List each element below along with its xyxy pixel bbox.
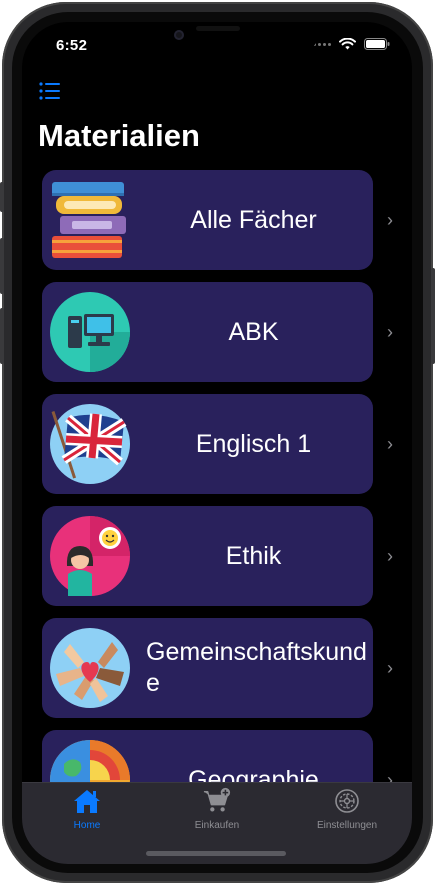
uk-flag-icon xyxy=(50,404,130,484)
tab-label: Einkaufen xyxy=(194,820,240,831)
notch xyxy=(116,22,318,54)
tab-home[interactable]: Home xyxy=(22,787,152,835)
chevron-right-icon: › xyxy=(387,434,393,454)
list-item-label: Englisch 1 xyxy=(195,429,312,458)
status-indicators xyxy=(313,38,390,50)
tab-label: Home xyxy=(73,820,101,831)
camera-icon xyxy=(174,30,184,40)
list-item-ethik[interactable]: Ethik xyxy=(42,506,373,606)
menu-list-icon[interactable] xyxy=(38,80,62,102)
computer-icon xyxy=(50,292,130,372)
list-item-abk[interactable]: ABK xyxy=(42,282,373,382)
list-item-label: Ethik xyxy=(225,541,282,570)
chevron-right-icon: › xyxy=(387,546,393,566)
app-screen: 6:52 Materialien Alle Fächer › ABK › Eng… xyxy=(22,22,412,864)
cart-icon xyxy=(203,787,231,812)
tab-label: Einstellungen xyxy=(316,820,378,831)
list-item-englisch-1[interactable]: Englisch 1 xyxy=(42,394,373,494)
list-item-label: ABK xyxy=(228,317,279,346)
battery-icon xyxy=(364,38,390,50)
community-hands-icon xyxy=(50,628,130,708)
home-indicator[interactable] xyxy=(146,851,286,856)
wifi-icon xyxy=(339,38,356,50)
chevron-right-icon: › xyxy=(387,658,393,678)
books-icon xyxy=(52,182,126,258)
status-time: 6:52 xyxy=(56,37,88,54)
list-item-label: Gemeinschaftskunde xyxy=(146,638,367,697)
list-item-alle-faecher[interactable]: Alle Fächer xyxy=(42,170,373,270)
chevron-right-icon: › xyxy=(387,210,393,230)
tab-einstellungen[interactable]: Einstellungen xyxy=(282,787,412,835)
chevron-right-icon: › xyxy=(387,322,393,342)
tab-einkaufen[interactable]: Einkaufen xyxy=(152,787,282,835)
page-title: Materialien xyxy=(38,118,200,153)
list-item-gemeinschaftskunde[interactable]: Gemeinschaftskunde xyxy=(42,618,373,718)
gear-icon xyxy=(335,789,359,813)
house-icon xyxy=(74,790,100,813)
list-item-label: Alle Fächer xyxy=(190,205,317,234)
person-emoji-icon xyxy=(50,516,130,596)
